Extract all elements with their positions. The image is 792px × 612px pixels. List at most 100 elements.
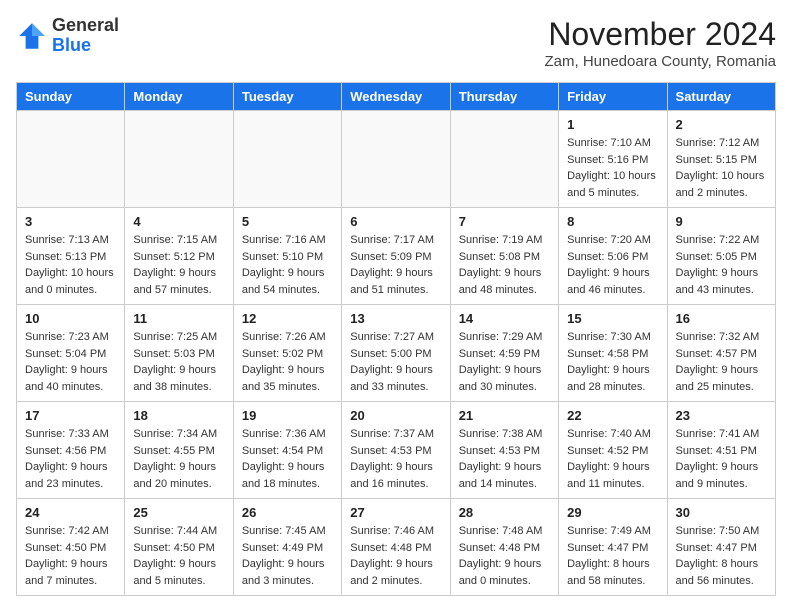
day-info: Sunrise: 7:42 AMSunset: 4:50 PMDaylight:… <box>25 523 116 589</box>
calendar-cell: 8 Sunrise: 7:20 AMSunset: 5:06 PMDaylight… <box>559 208 667 305</box>
calendar-cell: 15 Sunrise: 7:30 AMSunset: 4:58 PMDayligh… <box>559 305 667 402</box>
day-number: 18 <box>133 408 224 423</box>
day-info: Sunrise: 7:30 AMSunset: 4:58 PMDaylight:… <box>567 329 658 395</box>
day-number: 10 <box>25 311 116 326</box>
day-number: 12 <box>242 311 333 326</box>
day-number: 16 <box>676 311 767 326</box>
day-number: 5 <box>242 214 333 229</box>
calendar-cell: 4 Sunrise: 7:15 AMSunset: 5:12 PMDaylight… <box>125 208 233 305</box>
calendar-week-row: 17 Sunrise: 7:33 AMSunset: 4:56 PMDayligh… <box>17 402 776 499</box>
calendar-cell: 20 Sunrise: 7:37 AMSunset: 4:53 PMDayligh… <box>342 402 450 499</box>
day-number: 17 <box>25 408 116 423</box>
calendar-cell: 29Sunrise: 7:49 AMSunset: 4:47 PMDayligh… <box>559 499 667 596</box>
calendar-cell: 28 Sunrise: 7:48 AMSunset: 4:48 PMDayligh… <box>450 499 558 596</box>
calendar-week-row: 3 Sunrise: 7:13 AMSunset: 5:13 PMDaylight… <box>17 208 776 305</box>
day-number: 2 <box>676 117 767 132</box>
logo: General Blue <box>16 16 119 56</box>
calendar-week-row: 10 Sunrise: 7:23 AMSunset: 5:04 PMDayligh… <box>17 305 776 402</box>
day-info: Sunrise: 7:22 AMSunset: 5:05 PMDaylight:… <box>676 232 767 298</box>
day-number: 19 <box>242 408 333 423</box>
day-info: Sunrise: 7:49 AMSunset: 4:47 PMDaylight:… <box>567 523 658 589</box>
day-number: 20 <box>350 408 441 423</box>
weekday-header: Thursday <box>450 83 558 111</box>
calendar-cell: 6 Sunrise: 7:17 AMSunset: 5:09 PMDaylight… <box>342 208 450 305</box>
weekday-header: Tuesday <box>233 83 341 111</box>
day-info: Sunrise: 7:23 AMSunset: 5:04 PMDaylight:… <box>25 329 116 395</box>
title-block: November 2024 Zam, Hunedoara County, Rom… <box>544 16 776 70</box>
calendar-cell: 3 Sunrise: 7:13 AMSunset: 5:13 PMDaylight… <box>17 208 125 305</box>
day-info: Sunrise: 7:36 AMSunset: 4:54 PMDaylight:… <box>242 426 333 492</box>
calendar-cell <box>233 111 341 208</box>
day-info: Sunrise: 7:27 AMSunset: 5:00 PMDaylight:… <box>350 329 441 395</box>
day-info: Sunrise: 7:34 AMSunset: 4:55 PMDaylight:… <box>133 426 224 492</box>
calendar-cell: 10 Sunrise: 7:23 AMSunset: 5:04 PMDayligh… <box>17 305 125 402</box>
day-number: 3 <box>25 214 116 229</box>
day-number: 28 <box>459 505 550 520</box>
calendar-cell: 24 Sunrise: 7:42 AMSunset: 4:50 PMDayligh… <box>17 499 125 596</box>
day-info: Sunrise: 7:45 AMSunset: 4:49 PMDaylight:… <box>242 523 333 589</box>
day-number: 11 <box>133 311 224 326</box>
day-info: Sunrise: 7:33 AMSunset: 4:56 PMDaylight:… <box>25 426 116 492</box>
day-number: 14 <box>459 311 550 326</box>
day-number: 4 <box>133 214 224 229</box>
day-number: 27 <box>350 505 441 520</box>
day-info: Sunrise: 7:13 AMSunset: 5:13 PMDaylight:… <box>25 232 116 298</box>
calendar-cell: 7 Sunrise: 7:19 AMSunset: 5:08 PMDaylight… <box>450 208 558 305</box>
day-number: 6 <box>350 214 441 229</box>
calendar-cell: 23 Sunrise: 7:41 AMSunset: 4:51 PMDayligh… <box>667 402 775 499</box>
day-number: 15 <box>567 311 658 326</box>
logo-general: General <box>52 15 119 35</box>
calendar-cell: 27 Sunrise: 7:46 AMSunset: 4:48 PMDayligh… <box>342 499 450 596</box>
calendar-cell <box>342 111 450 208</box>
logo-blue: Blue <box>52 35 91 55</box>
calendar-cell: 13 Sunrise: 7:27 AMSunset: 5:00 PMDayligh… <box>342 305 450 402</box>
calendar-cell <box>17 111 125 208</box>
day-number: 26 <box>242 505 333 520</box>
calendar-cell: 21 Sunrise: 7:38 AMSunset: 4:53 PMDayligh… <box>450 402 558 499</box>
day-number: 8 <box>567 214 658 229</box>
calendar-cell: 14 Sunrise: 7:29 AMSunset: 4:59 PMDayligh… <box>450 305 558 402</box>
day-info: Sunrise: 7:16 AMSunset: 5:10 PMDaylight:… <box>242 232 333 298</box>
calendar-cell: 22Sunrise: 7:40 AMSunset: 4:52 PMDayligh… <box>559 402 667 499</box>
calendar-cell: 1 Sunrise: 7:10 AMSunset: 5:16 PMDaylight… <box>559 111 667 208</box>
day-number: 23 <box>676 408 767 423</box>
day-info: Sunrise: 7:10 AMSunset: 5:16 PMDaylight:… <box>567 135 658 201</box>
calendar-cell: 11 Sunrise: 7:25 AMSunset: 5:03 PMDayligh… <box>125 305 233 402</box>
calendar-cell: 12Sunrise: 7:26 AMSunset: 5:02 PMDayligh… <box>233 305 341 402</box>
weekday-header: Friday <box>559 83 667 111</box>
day-info: Sunrise: 7:46 AMSunset: 4:48 PMDaylight:… <box>350 523 441 589</box>
day-info: Sunrise: 7:19 AMSunset: 5:08 PMDaylight:… <box>459 232 550 298</box>
day-number: 1 <box>567 117 658 132</box>
day-number: 24 <box>25 505 116 520</box>
page-header: General Blue November 2024 Zam, Hunedoar… <box>16 16 776 70</box>
day-number: 22 <box>567 408 658 423</box>
day-info: Sunrise: 7:25 AMSunset: 5:03 PMDaylight:… <box>133 329 224 395</box>
calendar-cell <box>450 111 558 208</box>
calendar-header-row: SundayMondayTuesdayWednesdayThursdayFrid… <box>17 83 776 111</box>
calendar-cell: 2Sunrise: 7:12 AMSunset: 5:15 PMDaylight… <box>667 111 775 208</box>
day-number: 13 <box>350 311 441 326</box>
month-title: November 2024 <box>544 16 776 53</box>
day-number: 21 <box>459 408 550 423</box>
day-info: Sunrise: 7:48 AMSunset: 4:48 PMDaylight:… <box>459 523 550 589</box>
calendar-cell: 9Sunrise: 7:22 AMSunset: 5:05 PMDaylight… <box>667 208 775 305</box>
calendar-cell: 17 Sunrise: 7:33 AMSunset: 4:56 PMDayligh… <box>17 402 125 499</box>
day-number: 7 <box>459 214 550 229</box>
day-info: Sunrise: 7:50 AMSunset: 4:47 PMDaylight:… <box>676 523 767 589</box>
calendar-cell: 30Sunrise: 7:50 AMSunset: 4:47 PMDayligh… <box>667 499 775 596</box>
day-info: Sunrise: 7:37 AMSunset: 4:53 PMDaylight:… <box>350 426 441 492</box>
weekday-header: Wednesday <box>342 83 450 111</box>
weekday-header: Sunday <box>17 83 125 111</box>
logo-text: General Blue <box>52 16 119 56</box>
day-number: 25 <box>133 505 224 520</box>
day-info: Sunrise: 7:44 AMSunset: 4:50 PMDaylight:… <box>133 523 224 589</box>
day-info: Sunrise: 7:15 AMSunset: 5:12 PMDaylight:… <box>133 232 224 298</box>
calendar-cell: 19 Sunrise: 7:36 AMSunset: 4:54 PMDayligh… <box>233 402 341 499</box>
day-info: Sunrise: 7:38 AMSunset: 4:53 PMDaylight:… <box>459 426 550 492</box>
calendar-cell: 5 Sunrise: 7:16 AMSunset: 5:10 PMDaylight… <box>233 208 341 305</box>
day-info: Sunrise: 7:17 AMSunset: 5:09 PMDaylight:… <box>350 232 441 298</box>
calendar-week-row: 24 Sunrise: 7:42 AMSunset: 4:50 PMDayligh… <box>17 499 776 596</box>
day-info: Sunrise: 7:41 AMSunset: 4:51 PMDaylight:… <box>676 426 767 492</box>
day-info: Sunrise: 7:20 AMSunset: 5:06 PMDaylight:… <box>567 232 658 298</box>
day-info: Sunrise: 7:29 AMSunset: 4:59 PMDaylight:… <box>459 329 550 395</box>
